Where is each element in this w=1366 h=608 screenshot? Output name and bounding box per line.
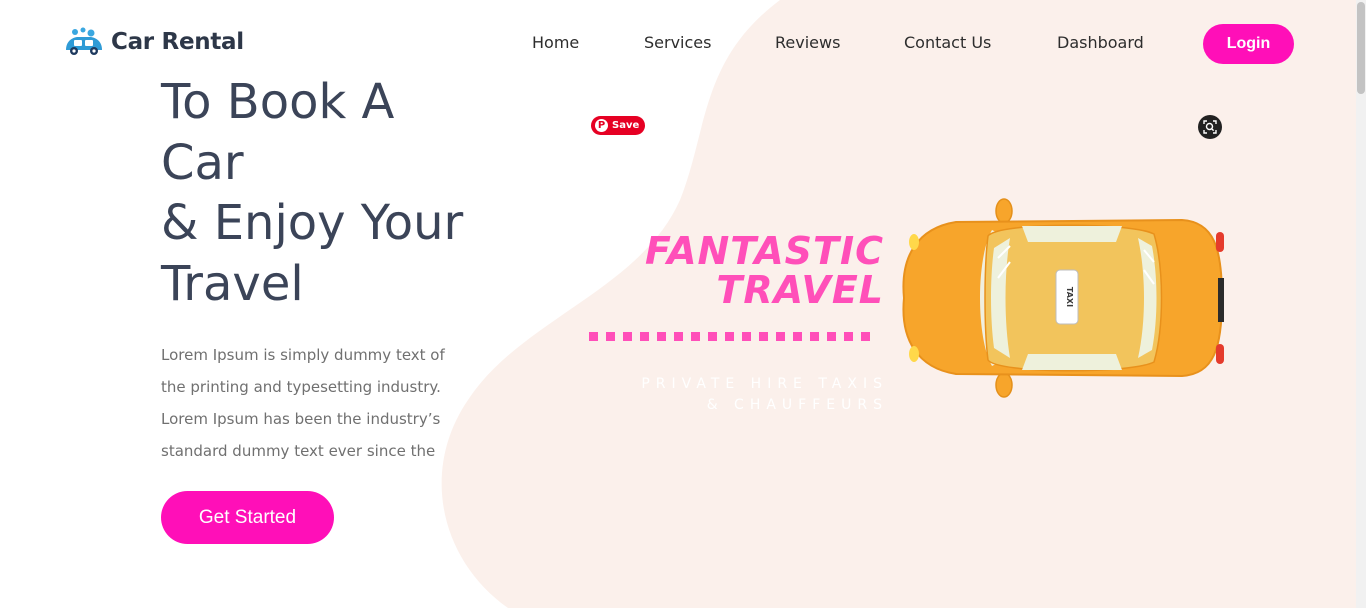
nav-item-services[interactable]: Services <box>644 33 711 52</box>
nav-item-home[interactable]: Home <box>532 33 579 52</box>
nav-item-dashboard[interactable]: Dashboard <box>1057 33 1144 52</box>
nav-item-reviews[interactable]: Reviews <box>775 33 840 52</box>
hero-title-line: Car <box>161 134 244 191</box>
scrollbar-thumb[interactable] <box>1357 2 1365 94</box>
site-header: Car Rental Home Services Reviews Contact… <box>0 0 1356 86</box>
hero-description-line: Lorem Ipsum is simply dummy text of <box>161 346 445 364</box>
pinterest-save-button[interactable]: P Save <box>591 116 645 135</box>
hero-description: Lorem Ipsum is simply dummy text of the … <box>161 339 471 467</box>
login-button[interactable]: Login <box>1203 24 1294 64</box>
hero-title-line: & Enjoy Your <box>161 195 464 251</box>
nav-item-contact-us[interactable]: Contact Us <box>904 33 991 52</box>
lens-search-icon[interactable] <box>1198 115 1222 139</box>
pinterest-icon: P <box>595 119 608 132</box>
pinterest-save-label: Save <box>612 120 640 131</box>
get-started-button[interactable]: Get Started <box>161 491 334 544</box>
hero-description-line: Lorem Ipsum has been the industry’s <box>161 410 441 428</box>
page-scrollbar[interactable] <box>1356 0 1366 608</box>
hero-title: To Book A Car & Enjoy Your Travel <box>161 72 521 314</box>
main-nav: Home Services Reviews Contact Us Dashboa… <box>0 33 1356 55</box>
hero-description-line: the printing and typesetting industry. <box>161 378 441 396</box>
hero-title-line: Travel <box>161 255 304 312</box>
hero-description-line: standard dummy text ever since the <box>161 442 436 460</box>
